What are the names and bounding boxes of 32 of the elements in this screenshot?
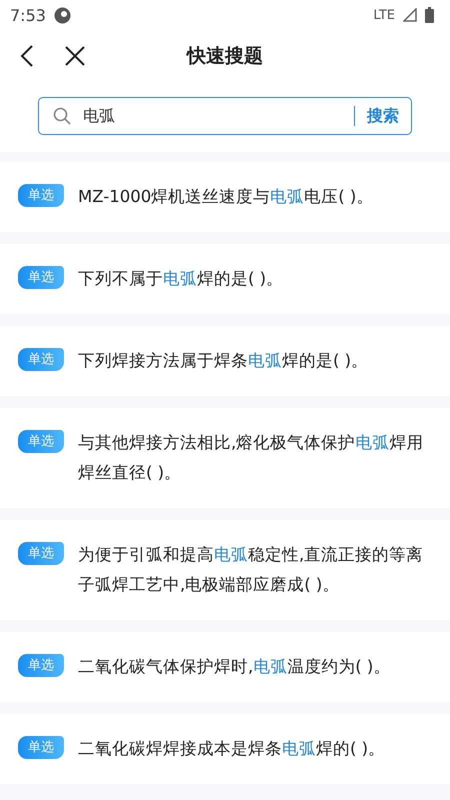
network-label: LTE (373, 8, 395, 22)
result-card[interactable]: 单选 MZ-1000焊机送丝速度与电弧电压( )。 (0, 162, 450, 232)
question-text: 下列不属于电弧焊的是( )。 (78, 268, 284, 290)
question-type-badge: 单选 (18, 542, 64, 565)
question-text: 二氧化碳焊焊接成本是焊条电弧焊的( )。 (78, 738, 386, 760)
question-type-badge: 单选 (18, 266, 64, 289)
result-card[interactable]: 单选 二氧化碳焊焊接成本是焊条电弧焊的( )。 (0, 714, 450, 784)
close-icon[interactable] (64, 45, 86, 67)
result-card[interactable]: 单选 二氧化碳气体保护焊时,电弧温度约为( )。 (0, 632, 450, 702)
result-card[interactable]: 单选 下列不属于电弧焊的是( )。 (0, 244, 450, 314)
question-type-badge: 单选 (18, 736, 64, 759)
page-title: 快速搜题 (187, 44, 263, 69)
search-field[interactable]: 电弧 搜索 (38, 97, 412, 135)
signal-icon (403, 8, 417, 22)
search-icon (53, 107, 71, 125)
back-icon[interactable] (20, 44, 34, 68)
question-text: MZ-1000焊机送丝速度与电弧电压( )。 (78, 186, 374, 208)
search-button[interactable]: 搜索 (365, 106, 401, 126)
question-type-badge: 单选 (18, 654, 64, 677)
question-text: 与其他焊接方法相比,熔化极气体保护电弧焊用焊丝直径( )。 (78, 432, 424, 484)
question-type-badge: 单选 (18, 348, 64, 371)
battery-icon (425, 7, 434, 23)
question-type-badge: 单选 (18, 184, 64, 207)
question-text: 下列焊接方法属于焊条电弧焊的是( )。 (78, 350, 370, 372)
result-card[interactable]: 单选 与其他焊接方法相比,熔化极气体保护电弧焊用焊丝直径( )。 (0, 408, 450, 508)
result-card[interactable]: 单选 下列焊接方法属于焊条电弧焊的是( )。 (0, 326, 450, 396)
question-type-badge: 单选 (18, 430, 64, 453)
result-card[interactable]: 单选 为便于引弧和提高电弧稳定性,直流正接的等离子弧焊工艺中,电极端部应磨成( )。 (0, 520, 450, 620)
status-time: 7:53 (10, 6, 46, 24)
question-text: 二氧化碳气体保护焊时,电弧温度约为( )。 (78, 656, 392, 678)
notification-icon (54, 6, 71, 24)
question-text: 为便于引弧和提高电弧稳定性,直流正接的等离子弧焊工艺中,电极端部应磨成( )。 (78, 544, 424, 596)
